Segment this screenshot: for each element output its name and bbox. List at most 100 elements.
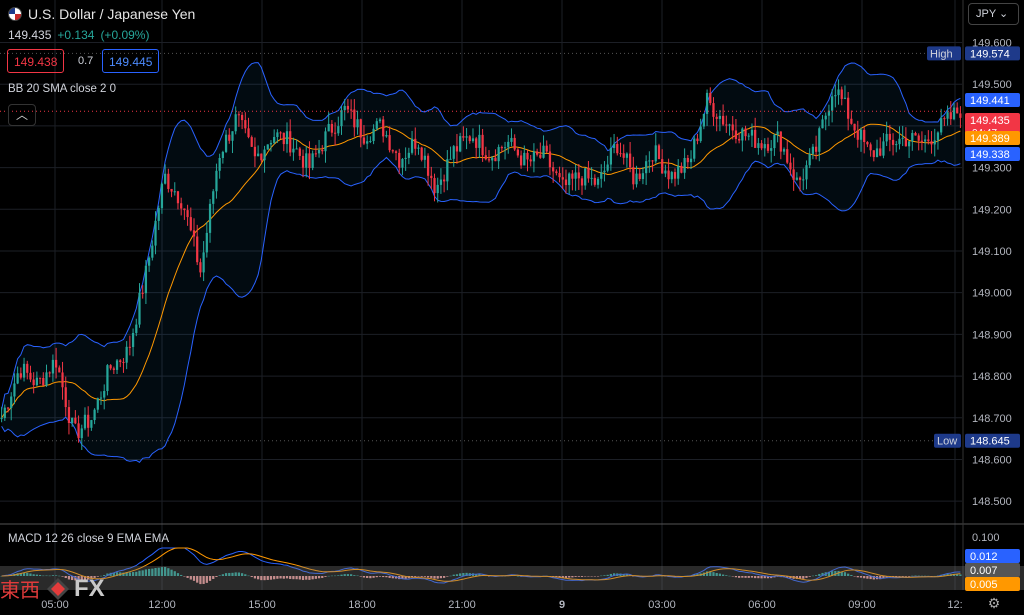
- collapse-indicators-button[interactable]: ︿: [8, 104, 36, 126]
- candle-body: [462, 136, 465, 138]
- sell-button[interactable]: 149.438: [7, 49, 65, 73]
- price-chart[interactable]: 149.600149.500149.400149.300149.200149.1…: [0, 0, 1024, 615]
- candle-body: [744, 128, 747, 137]
- candle-body: [612, 143, 616, 148]
- candle-body: [228, 134, 231, 141]
- candle-body: [407, 152, 410, 158]
- candle-body: [853, 123, 856, 131]
- gear-icon[interactable]: ⚙: [986, 595, 1002, 611]
- price-label-text: 149.441: [970, 95, 1010, 107]
- candle-body: [535, 151, 539, 155]
- candle-body: [750, 129, 754, 136]
- candle-body: [282, 132, 285, 145]
- candle-body: [244, 120, 247, 129]
- candle-body: [831, 96, 834, 111]
- candle-body: [885, 133, 888, 142]
- candle-body: [257, 153, 260, 157]
- price-summary: 149.435 +0.134 (+0.09%): [8, 28, 149, 42]
- candle-body: [497, 147, 500, 162]
- candle-body: [157, 208, 160, 221]
- candle-body: [295, 148, 298, 150]
- symbol-name: U.S. Dollar / Japanese Yen: [28, 6, 196, 22]
- candle-body: [696, 138, 699, 142]
- candle-body: [574, 172, 577, 179]
- candle-body: [773, 134, 776, 149]
- candle-body: [289, 131, 292, 153]
- candle-body: [648, 160, 651, 162]
- candle-body: [122, 361, 125, 363]
- candle-body: [138, 292, 141, 325]
- candle-body: [401, 158, 404, 168]
- candle-body: [468, 136, 471, 142]
- candle-body: [914, 133, 917, 136]
- candle-body: [147, 257, 151, 266]
- candle-body: [731, 124, 734, 131]
- watermark-text: 東西: [0, 578, 40, 602]
- candle-body: [196, 236, 199, 263]
- candle-body: [426, 155, 430, 176]
- x-axis-tick-label: 9: [559, 599, 565, 611]
- candle-body: [430, 175, 433, 179]
- candle-body: [212, 191, 215, 204]
- candle-body: [465, 136, 468, 138]
- candle-body: [321, 149, 324, 152]
- candle-body: [417, 147, 420, 149]
- candle-body: [250, 137, 253, 147]
- candle-body: [330, 123, 334, 133]
- candle-body: [141, 292, 144, 294]
- candle-body: [135, 324, 138, 333]
- candle-body: [834, 95, 837, 97]
- candle-body: [606, 164, 609, 171]
- candle-body: [510, 137, 513, 142]
- candle-body: [144, 265, 148, 294]
- candle-body: [176, 191, 180, 204]
- candle-body: [3, 407, 6, 418]
- candle-body: [869, 144, 872, 151]
- candle-body: [824, 115, 827, 120]
- candle-body: [680, 165, 683, 173]
- candle-body: [840, 89, 843, 99]
- macd-label-text: 0.007: [970, 565, 998, 577]
- candle-body: [186, 210, 189, 218]
- candle-body: [782, 149, 786, 152]
- candle-body: [715, 116, 718, 119]
- macd-label[interactable]: MACD 12 26 close 9 EMA EMA: [8, 533, 169, 545]
- symbol-title: U.S. Dollar / Japanese Yen: [8, 6, 195, 22]
- candle-body: [292, 148, 295, 153]
- currency-selector[interactable]: JPY ⌄: [968, 3, 1019, 25]
- candle-body: [285, 131, 289, 145]
- candle-body: [725, 124, 728, 126]
- candle-body: [372, 128, 375, 142]
- bollinger-bands-label[interactable]: BB 20 SMA close 2 0: [8, 83, 116, 95]
- candle-body: [189, 217, 192, 231]
- price-tag-text: Low: [937, 436, 957, 448]
- candle-body: [237, 114, 241, 116]
- candle-body: [356, 119, 359, 128]
- candle-body: [269, 142, 273, 145]
- x-axis-tick-label: 12:: [947, 599, 962, 611]
- candle-body: [35, 377, 38, 386]
- y-axis-tick-label: 148.900: [972, 329, 1012, 341]
- chevron-up-icon: ︿: [15, 108, 28, 122]
- candle-body: [343, 105, 346, 111]
- candle-body: [593, 177, 596, 185]
- candle-body: [16, 373, 19, 384]
- candle-body: [779, 131, 782, 152]
- candle-body: [519, 155, 523, 166]
- candle-body: [131, 332, 135, 347]
- y-axis-tick-label: 148.700: [972, 413, 1012, 425]
- candle-body: [276, 132, 279, 138]
- y-axis-tick-label: 148.500: [972, 496, 1012, 508]
- candle-body: [205, 232, 208, 253]
- candle-body: [936, 132, 940, 141]
- candle-body: [314, 153, 317, 155]
- candle-body: [263, 149, 266, 161]
- buy-button[interactable]: 149.445: [102, 49, 160, 73]
- candle-body: [946, 112, 949, 119]
- candle-body: [776, 131, 779, 135]
- candle-body: [879, 148, 882, 156]
- candle-body: [670, 172, 673, 180]
- candle-body: [311, 153, 314, 168]
- candle-body: [433, 178, 436, 194]
- candle-body: [391, 150, 394, 152]
